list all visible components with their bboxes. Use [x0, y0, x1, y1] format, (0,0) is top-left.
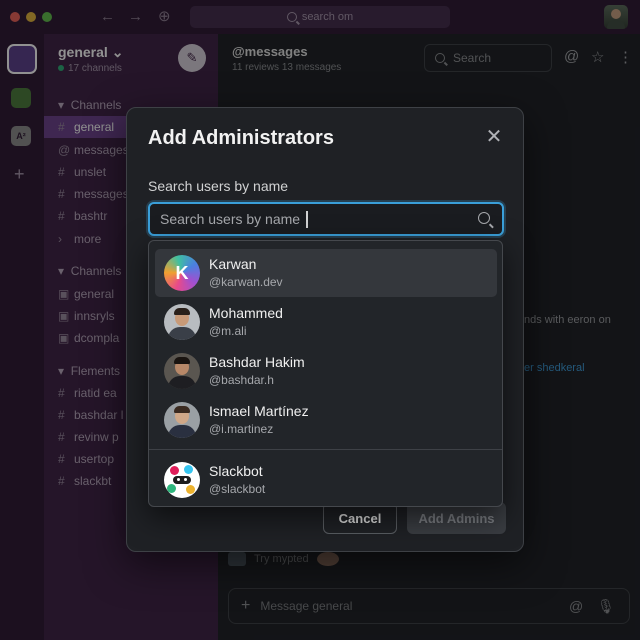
divider: [149, 449, 502, 450]
user-handle: @slackbot: [209, 482, 266, 496]
user-name: Slackbot: [209, 463, 263, 479]
user-name: Bashdar Hakim: [209, 354, 305, 370]
search-field-label: Search users by name: [148, 178, 289, 194]
user-option-mohammed[interactable]: Mohammed @m.ali: [155, 298, 497, 346]
dialog-title: Add Administrators: [148, 127, 334, 149]
avatar: [164, 304, 200, 340]
user-suggestions-dropdown: K Karwan @karwan.dev Mohammed @m.ali Bas…: [148, 240, 503, 507]
user-option-ismael[interactable]: Ismael Martínez @i.martinez: [155, 396, 497, 444]
user-handle: @m.ali: [209, 324, 247, 338]
avatar: [164, 353, 200, 389]
user-search-field[interactable]: [148, 202, 504, 236]
app-window: ← → ⊕ search om A² + general ⌄ 17 channe…: [0, 0, 640, 640]
user-option-slackbot[interactable]: Slackbot @slackbot: [155, 456, 497, 504]
user-search-input[interactable]: [160, 211, 460, 227]
user-name: Ismael Martínez: [209, 403, 309, 419]
user-name: Karwan: [209, 256, 257, 272]
text-caret: [306, 211, 308, 228]
user-handle: @i.martinez: [209, 422, 274, 436]
close-icon[interactable]: ✕: [483, 126, 505, 148]
user-handle: @bashdar.h: [209, 373, 274, 387]
user-option-karwan[interactable]: K Karwan @karwan.dev: [155, 249, 497, 297]
search-icon: [478, 212, 490, 224]
user-name: Mohammed: [209, 305, 283, 321]
user-handle: @karwan.dev: [209, 275, 283, 289]
avatar: [164, 402, 200, 438]
slackbot-icon: [164, 462, 200, 498]
user-option-bashdar[interactable]: Bashdar Hakim @bashdar.h: [155, 347, 497, 395]
avatar: K: [164, 255, 200, 291]
